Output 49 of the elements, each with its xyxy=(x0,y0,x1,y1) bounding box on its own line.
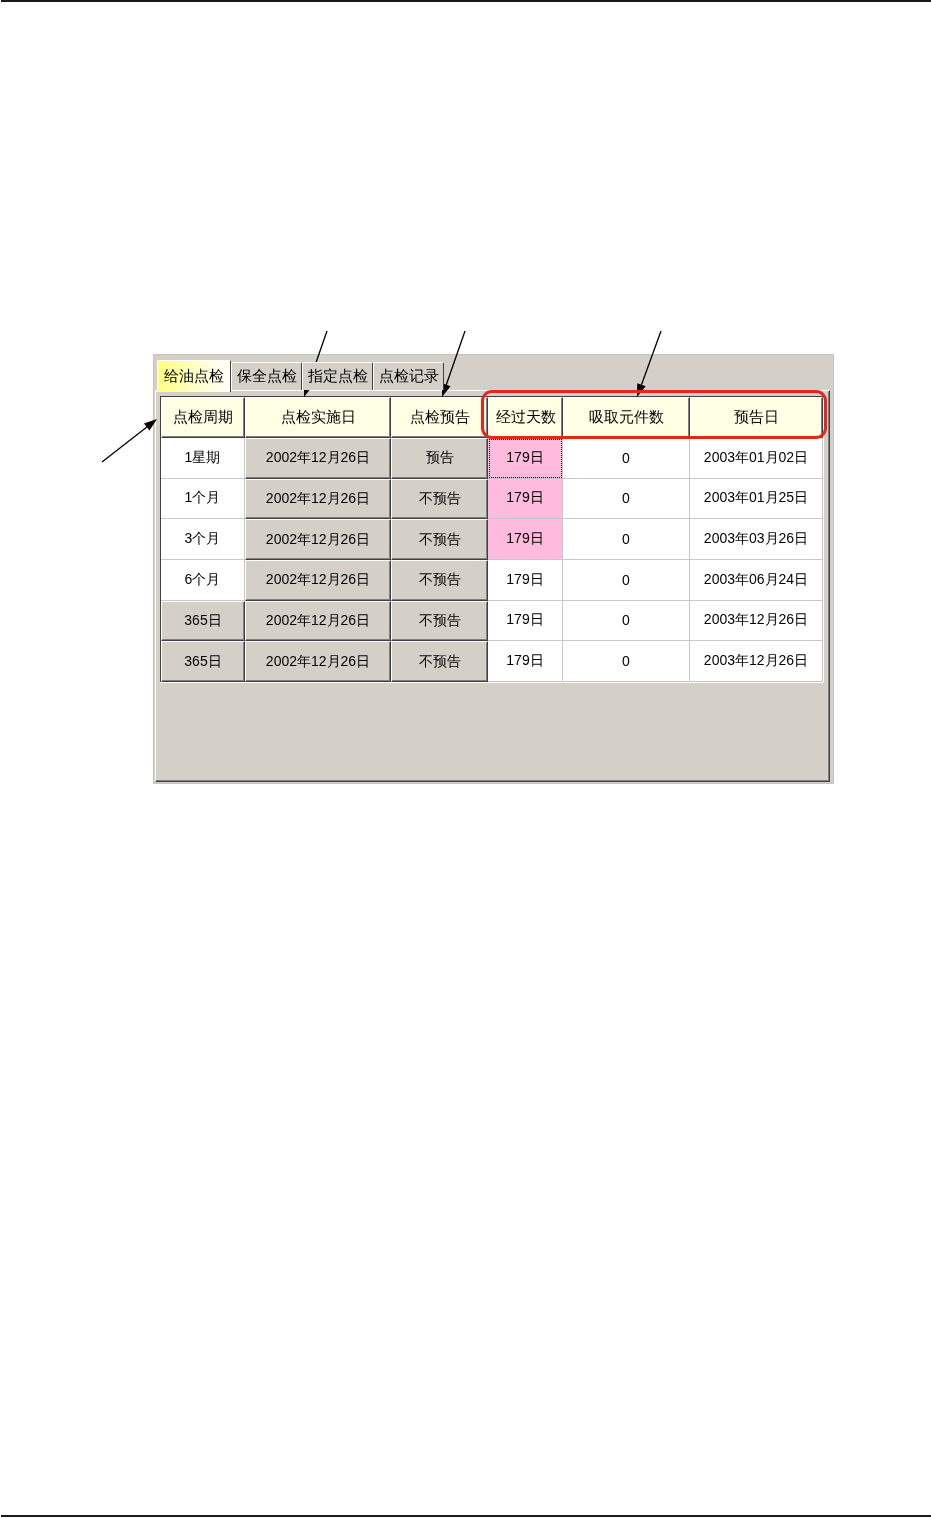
tab[interactable]: 保全点检 xyxy=(231,362,302,390)
table-cell: 1个月 xyxy=(161,478,245,520)
table-cell: 6个月 xyxy=(161,560,245,601)
table-cell: 0 xyxy=(563,641,690,682)
table-cell: 1星期 xyxy=(161,438,245,479)
table-cell: 179日 xyxy=(488,600,563,642)
table-cell: 179日 xyxy=(488,478,563,520)
table-cell: 2003年01月25日 xyxy=(690,478,823,520)
table-cell: 0 xyxy=(563,600,690,642)
callout-arrow xyxy=(101,419,157,463)
table-cell: 179日 xyxy=(488,641,563,682)
table-cell: 0 xyxy=(563,560,690,601)
column-header: 吸取元件数 xyxy=(563,397,690,438)
table-button[interactable]: 2002年12月26日 xyxy=(245,519,391,560)
table-button[interactable]: 不预告 xyxy=(391,600,488,642)
table-button[interactable]: 不预告 xyxy=(391,478,488,520)
table-button[interactable]: 2002年12月26日 xyxy=(245,560,391,601)
callout-arrow xyxy=(637,330,662,397)
table-button[interactable]: 2002年12月26日 xyxy=(245,438,391,479)
callout-arrow xyxy=(442,330,466,397)
table-button[interactable]: 2002年12月26日 xyxy=(245,600,391,642)
table-cell: 2003年01月02日 xyxy=(690,438,823,479)
table-cell: 179日 xyxy=(488,438,563,479)
table-cell: 2003年12月26日 xyxy=(690,600,823,642)
table-button[interactable]: 365日 xyxy=(161,600,245,642)
table-cell: 0 xyxy=(563,438,690,479)
table-button[interactable]: 预告 xyxy=(391,438,488,479)
table-cell: 2003年06月24日 xyxy=(690,560,823,601)
table-button[interactable]: 2002年12月26日 xyxy=(245,478,391,520)
column-header: 预告日 xyxy=(690,397,823,438)
tab[interactable]: 指定点检 xyxy=(302,362,373,390)
table-button[interactable]: 不预告 xyxy=(391,560,488,601)
table-button[interactable]: 2002年12月26日 xyxy=(245,641,391,682)
tab[interactable]: 给油点检 xyxy=(157,360,231,392)
table-cell: 2003年03月26日 xyxy=(690,519,823,560)
column-header: 点检周期 xyxy=(161,397,245,438)
column-header: 点检实施日 xyxy=(245,397,391,438)
column-header: 经过天数 xyxy=(488,397,563,438)
table-button[interactable]: 不预告 xyxy=(391,641,488,682)
table-cell: 3个月 xyxy=(161,519,245,560)
table-cell: 0 xyxy=(563,519,690,560)
table-cell: 179日 xyxy=(488,560,563,601)
table-button[interactable]: 365日 xyxy=(161,641,245,682)
table-cell: 2003年12月26日 xyxy=(690,641,823,682)
table-cell: 179日 xyxy=(488,519,563,560)
table-cell: 0 xyxy=(563,478,690,520)
table-button[interactable]: 不预告 xyxy=(391,519,488,560)
tab[interactable]: 点检记录 xyxy=(373,362,444,390)
column-header: 点检预告 xyxy=(391,397,488,438)
